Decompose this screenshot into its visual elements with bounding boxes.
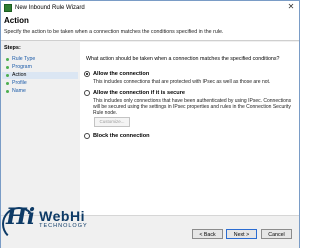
- option-allow-label[interactable]: Allow the connection: [93, 71, 149, 77]
- back-button[interactable]: < Back: [192, 229, 223, 239]
- step-bullet-icon: [6, 58, 9, 61]
- step-bullet-icon: [6, 74, 9, 77]
- watermark-text: WebHi TECHNOLOGY: [39, 209, 88, 229]
- step-bullet-icon: [6, 90, 9, 93]
- firewall-icon: [4, 3, 12, 12]
- step-label: Program: [12, 64, 32, 70]
- option-block-label[interactable]: Block the connection: [93, 133, 150, 139]
- watermark-hi: Hi: [1, 204, 37, 241]
- option-allow[interactable]: Allow the connection: [84, 71, 149, 77]
- steps-panel: Steps: Rule Type Program Action Profile …: [2, 42, 78, 215]
- option-allow-description: This includes connections that are prote…: [93, 79, 271, 85]
- customize-button[interactable]: Customize...: [94, 117, 130, 127]
- step-name[interactable]: Name: [2, 88, 78, 95]
- step-label: Profile: [12, 80, 27, 86]
- action-question: What action should be taken when a conne…: [86, 56, 280, 62]
- cancel-button[interactable]: Cancel: [261, 229, 292, 239]
- step-profile[interactable]: Profile: [2, 80, 78, 87]
- window-title: New Inbound Rule Wizard: [15, 4, 85, 11]
- close-button[interactable]: ✕: [286, 2, 296, 12]
- step-label: Action: [12, 72, 27, 78]
- step-rule-type[interactable]: Rule Type: [2, 56, 78, 63]
- radio-allow[interactable]: [84, 71, 90, 77]
- step-bullet-icon: [6, 82, 9, 85]
- action-content: What action should be taken when a conne…: [80, 42, 299, 215]
- watermark-logo: Hi WebHi TECHNOLOGY: [1, 204, 116, 245]
- step-label: Name: [12, 88, 26, 94]
- radio-block[interactable]: [84, 133, 90, 139]
- step-program[interactable]: Program: [2, 64, 78, 71]
- wizard-header: Action Specify the action to be taken wh…: [1, 14, 299, 41]
- next-button[interactable]: Next >: [226, 229, 257, 239]
- option-allow-secure[interactable]: Allow the connection if it is secure: [84, 90, 185, 96]
- option-block[interactable]: Block the connection: [84, 133, 150, 139]
- steps-title: Steps:: [4, 45, 21, 51]
- title-bar: New Inbound Rule Wizard ✕: [1, 1, 299, 14]
- radio-allow-secure[interactable]: [84, 90, 90, 96]
- page-description: Specify the action to be taken when a co…: [4, 29, 224, 35]
- watermark-sub: TECHNOLOGY: [39, 223, 88, 229]
- watermark-name: WebHi: [39, 208, 85, 224]
- option-allow-secure-label[interactable]: Allow the connection if it is secure: [93, 90, 185, 96]
- option-allow-secure-description: This includes only connections that have…: [93, 98, 292, 116]
- step-label: Rule Type: [12, 56, 36, 62]
- step-bullet-icon: [6, 66, 9, 69]
- page-title: Action: [4, 16, 29, 25]
- step-action[interactable]: Action: [2, 72, 78, 79]
